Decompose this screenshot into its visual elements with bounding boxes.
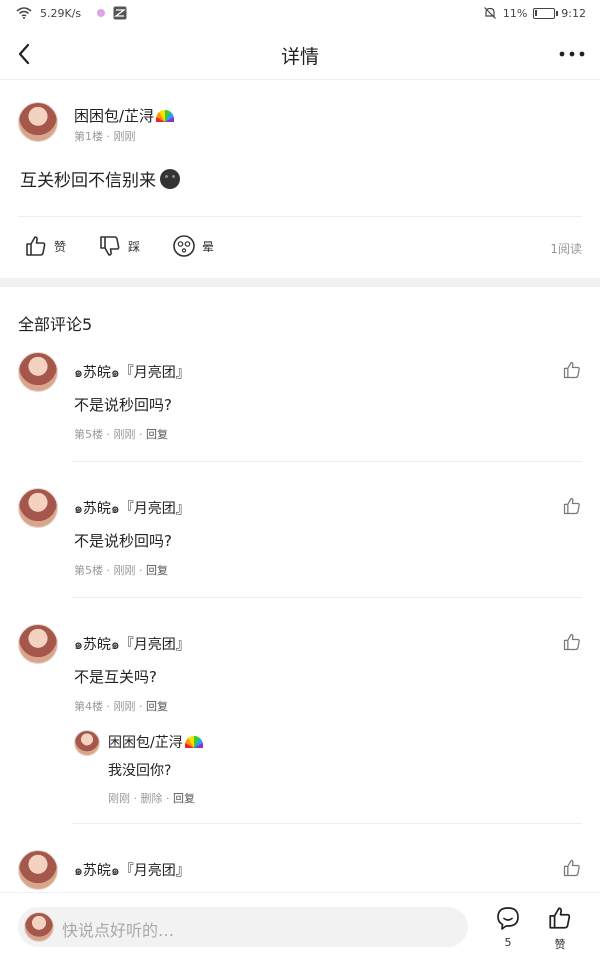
mail-app-icon	[113, 6, 127, 20]
comment-meta: 第4楼 · 刚刚 · 回复	[74, 700, 168, 713]
dizzy-label: 晕	[202, 239, 215, 254]
like-label: 赞	[54, 239, 67, 254]
comment-item: ๑苏皖๑『月亮团』 不是说秒回吗? 第5楼 · 刚刚 · 回复	[18, 488, 582, 598]
post-author-name[interactable]: 困困包/芷浔	[74, 105, 175, 126]
comment-like-icon[interactable]	[562, 360, 582, 380]
mute-bell-icon	[483, 7, 496, 19]
bottom-like-button[interactable]: 赞	[540, 905, 580, 955]
comment-divider	[72, 823, 582, 824]
comment-author[interactable]: ๑苏皖๑『月亮团』	[74, 860, 190, 882]
nav-bar: 详情	[0, 28, 600, 80]
comment-bubble-icon	[497, 907, 519, 930]
comment-text: 不是说秒回吗?	[74, 396, 172, 414]
comment-input-placeholder: 快说点好听的…	[62, 921, 175, 940]
comment-divider	[72, 461, 582, 462]
like-button[interactable]: 赞	[24, 234, 66, 258]
clock: 9:12	[561, 6, 586, 20]
comment-item: ๑苏皖๑『月亮团』 不是说秒回吗? 第5楼 · 刚刚 · 回复	[18, 352, 582, 462]
status-bar: 5.29K/s 11% 9:12	[0, 0, 600, 28]
battery-icon	[533, 7, 559, 19]
comment-input[interactable]: 快说点好听的…	[18, 907, 468, 947]
comments-button[interactable]: 5	[488, 905, 528, 955]
post-content: 互关秒回不信别来	[20, 166, 180, 191]
comment-like-icon[interactable]	[562, 496, 582, 516]
comment-avatar[interactable]	[18, 488, 58, 528]
sub-reply-delete-button[interactable]: 删除	[141, 792, 163, 805]
more-options-icon[interactable]	[558, 42, 586, 66]
comment-item: ๑苏皖๑『月亮团』 不是互关吗? 第4楼 · 刚刚 · 回复 困困包/芷浔 我没…	[18, 624, 582, 824]
page-title: 详情	[280, 46, 319, 68]
thumbs-up-icon	[26, 236, 46, 256]
sub-reply-meta: 刚刚 · 删除 · 回复	[108, 792, 195, 805]
comment-author[interactable]: ๑苏皖๑『月亮团』	[74, 362, 190, 384]
comment-text: 不是说秒回吗?	[74, 532, 172, 550]
comment-avatar[interactable]	[18, 624, 58, 664]
notification-app-icon	[97, 9, 106, 17]
comment-reply-button[interactable]: 回复	[146, 564, 168, 577]
sub-reply-avatar[interactable]	[74, 730, 100, 756]
sub-reply-author[interactable]: 困困包/芷浔	[108, 732, 203, 752]
comment-reply-button[interactable]: 回复	[146, 700, 168, 713]
comment-like-icon[interactable]	[562, 632, 582, 652]
section-gap	[0, 278, 600, 287]
battery-percent: 11%	[502, 6, 528, 20]
thumbs-up-icon	[549, 907, 571, 929]
thumbs-down-icon	[100, 236, 120, 256]
dislike-label: 踩	[128, 239, 141, 254]
post-floor: 第1楼	[74, 130, 103, 143]
comment-author[interactable]: ๑苏皖๑『月亮团』	[74, 498, 190, 520]
comment-divider	[72, 597, 582, 598]
rainbow-emoji-icon	[184, 736, 203, 748]
bottom-like-label: 赞	[554, 938, 566, 951]
bottom-bar: 快说点好听的… 5 赞	[0, 892, 600, 960]
dizzy-button[interactable]: 晕	[172, 234, 214, 258]
rainbow-emoji-icon	[156, 110, 175, 122]
post-meta: 第1楼 · 刚刚	[74, 130, 136, 143]
comment-author[interactable]: ๑苏皖๑『月亮团』	[74, 634, 190, 656]
post-header: 困困包/芷浔 第1楼 · 刚刚	[18, 102, 582, 146]
post-author-avatar[interactable]	[18, 102, 58, 142]
comments-title: 全部评论5	[18, 315, 93, 334]
comment-reply-button[interactable]: 回复	[146, 428, 168, 441]
comment-meta: 第5楼 · 刚刚 · 回复	[74, 564, 168, 577]
comment-meta: 第5楼 · 刚刚 · 回复	[74, 428, 168, 441]
my-avatar	[24, 912, 54, 942]
read-count: 1阅读	[550, 242, 582, 256]
sub-reply-reply-button[interactable]: 回复	[173, 792, 195, 805]
comment-avatar[interactable]	[18, 352, 58, 392]
comment-avatar[interactable]	[18, 850, 58, 890]
wifi-icon	[16, 7, 32, 19]
dislike-button[interactable]: 踩	[98, 234, 140, 258]
comment-like-icon[interactable]	[562, 858, 582, 878]
dizzy-face-icon	[173, 235, 195, 257]
battery-fill	[535, 9, 538, 16]
sub-reply-text: 我没回你?	[108, 763, 172, 779]
comment-item: ๑苏皖๑『月亮团』	[18, 850, 582, 892]
comment-text: 不是互关吗?	[74, 668, 157, 686]
divider	[18, 216, 582, 217]
dark-face-emoji-icon	[160, 169, 180, 189]
comment-count: 5	[504, 936, 512, 949]
network-speed: 5.29K/s	[40, 6, 82, 20]
post-time: 刚刚	[113, 130, 136, 143]
post-action-row: 赞 踩 晕 1阅读	[24, 226, 584, 266]
